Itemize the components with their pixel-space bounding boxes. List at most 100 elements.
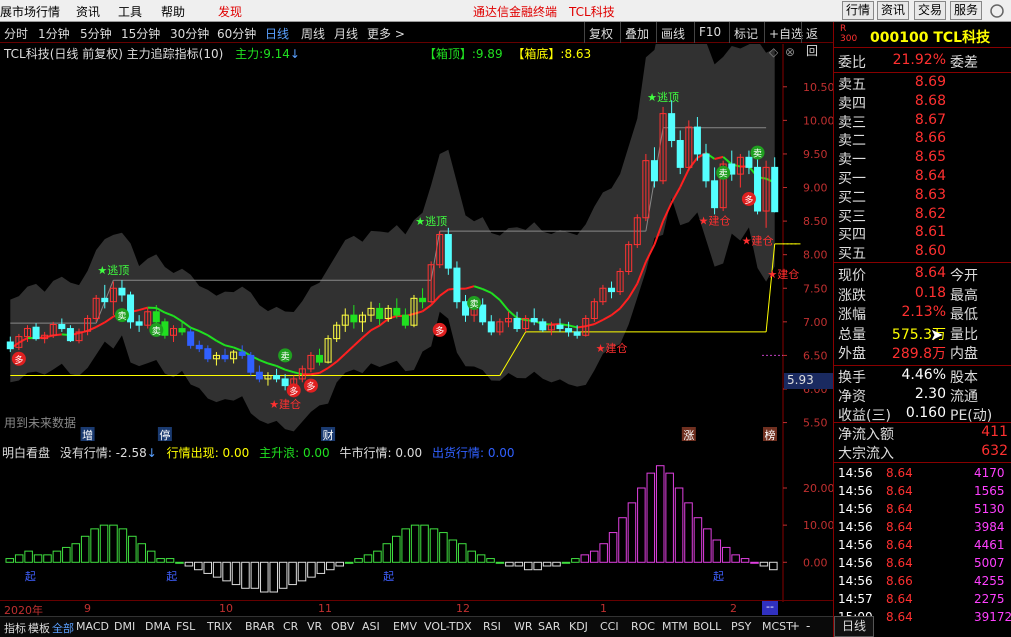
scroll-minus-button[interactable]: -- xyxy=(762,601,778,615)
menu-discover[interactable]: 发现 xyxy=(218,3,242,20)
indicator-tab[interactable]: MCST xyxy=(762,620,793,633)
menu-help[interactable]: 帮助 xyxy=(161,3,185,20)
indicator-bar xyxy=(382,543,392,563)
series-main-name: 主升浪 xyxy=(259,446,296,460)
candle-body xyxy=(247,354,255,373)
tick-volume: 5130 xyxy=(974,502,1005,516)
candle-body xyxy=(178,328,186,333)
f10-button[interactable]: F10 xyxy=(694,22,725,43)
back-button[interactable]: 返回 xyxy=(801,22,833,58)
indicator-tab[interactable]: BRAR xyxy=(245,620,275,633)
tab-1min[interactable]: 1分钟 xyxy=(38,25,70,42)
tab-more[interactable]: 更多 > xyxy=(367,25,405,42)
sub-indicator-chart[interactable]: 20.00 10.00 0.00 起 起 起 起 xyxy=(0,442,833,602)
diamond-icon[interactable]: ◇ xyxy=(769,45,778,59)
mouse-cursor-icon: ➤ xyxy=(930,325,944,344)
weibi-label: 委比 xyxy=(838,55,866,71)
drawline-button[interactable]: 画线 xyxy=(656,22,689,43)
indicator-tab[interactable]: 模板 xyxy=(28,620,50,636)
indicator-tab[interactable]: MACD xyxy=(76,620,109,633)
indicator-tab[interactable]: PSY xyxy=(731,620,751,633)
tick-time: 14:56 xyxy=(838,556,873,570)
indicator-tab[interactable]: DMA xyxy=(145,620,171,633)
orderbook-price: 8.60 xyxy=(914,243,946,260)
orderbook-label: 卖三 xyxy=(838,114,866,131)
tab-30min[interactable]: 30分钟 xyxy=(170,25,209,42)
tab-fenshi[interactable]: 分时 xyxy=(4,25,28,42)
indicator-tab[interactable]: CCI xyxy=(600,620,619,633)
indicator-bar xyxy=(589,550,599,563)
tab-15min[interactable]: 15分钟 xyxy=(121,25,160,42)
candle-body xyxy=(573,331,581,336)
candle-body xyxy=(556,324,564,330)
indicator-bar xyxy=(203,561,213,574)
indicator-tab[interactable]: MTM xyxy=(662,620,688,633)
orderbook-label: 卖二 xyxy=(838,133,866,150)
candle-body xyxy=(127,294,135,323)
indicator-bar xyxy=(495,561,505,564)
indicator-tab[interactable]: TRIX xyxy=(207,620,232,633)
overlay-button[interactable]: 叠加 xyxy=(620,22,653,43)
tick-row: 14:56 8.64 1565 xyxy=(834,484,1011,502)
stat2-label: 换手 xyxy=(838,370,866,386)
quote-button[interactable]: 行情 xyxy=(842,1,875,20)
indicator-tab[interactable]: CR xyxy=(283,620,298,633)
stat-row: 总量 575.3万 量比 xyxy=(834,324,1011,343)
tick-price: 8.66 xyxy=(886,574,913,588)
menu-tools[interactable]: 工具 xyxy=(118,3,142,20)
indicator-tab[interactable]: SAR xyxy=(538,620,560,633)
tick-volume: 3984 xyxy=(974,520,1005,534)
menu-market[interactable]: 展市场行情 xyxy=(0,3,60,20)
indicator-tab[interactable]: BOLL xyxy=(693,620,721,633)
stat-label2: 最高 xyxy=(950,287,978,304)
info-button[interactable]: 资讯 xyxy=(877,1,910,20)
indicator-tab[interactable]: VOL-TDX xyxy=(424,620,472,633)
quote-side-panel: R 300 000100 TCL科技 委比 21.92% 委差 卖五 8.69 卖四 8… xyxy=(833,22,1011,637)
zoom-plus-button[interactable]: + xyxy=(790,619,800,633)
stat-label: 涨跌 xyxy=(838,287,866,304)
indicator-bar xyxy=(684,502,693,563)
daily-period-button[interactable]: 日线 xyxy=(834,616,874,637)
indicator-tab[interactable]: WR xyxy=(514,620,533,633)
indicator-tab[interactable]: KDJ xyxy=(569,620,588,633)
indicator-tab[interactable]: DMI xyxy=(114,620,135,633)
indicator-bar xyxy=(175,561,184,564)
mark-button[interactable]: 标记 xyxy=(729,22,762,43)
tick-volume: 4170 xyxy=(974,466,1005,480)
indicator-tab[interactable]: 指标 xyxy=(4,620,26,636)
indicator-tab[interactable]: EMV xyxy=(393,620,417,633)
window-control-icon[interactable] xyxy=(990,4,1004,18)
indicator-tab[interactable]: ASI xyxy=(362,620,380,633)
close-icon[interactable]: ⊗ xyxy=(785,45,795,59)
indicator-bar xyxy=(552,561,561,567)
indicator-bar xyxy=(52,550,62,563)
tab-daily[interactable]: 日线 xyxy=(265,25,289,42)
indicator-tab[interactable]: OBV xyxy=(331,620,354,633)
tab-60min[interactable]: 60分钟 xyxy=(217,25,256,42)
main-kline-chart[interactable]: 10.5010.009.509.008.508.007.507.006.506.… xyxy=(0,44,833,444)
tick-time: 14:57 xyxy=(838,592,873,606)
candle-body xyxy=(6,341,14,350)
trade-button[interactable]: 交易 xyxy=(914,1,947,20)
indicator-tab[interactable]: ROC xyxy=(631,620,655,633)
stat2-value: 2.30 xyxy=(914,386,946,402)
indicator-tab[interactable]: VR xyxy=(307,620,322,633)
box-top-label: 【箱顶】: xyxy=(423,47,476,61)
tab-weekly[interactable]: 周线 xyxy=(301,25,325,42)
indicator-tab[interactable]: FSL xyxy=(176,620,195,633)
indicator-bar xyxy=(608,532,618,563)
menu-news[interactable]: 资讯 xyxy=(76,3,100,20)
fuquan-button[interactable]: 复权 xyxy=(584,22,617,43)
tab-5min[interactable]: 5分钟 xyxy=(80,25,112,42)
tab-monthly[interactable]: 月线 xyxy=(334,25,358,42)
indicator-bar xyxy=(486,558,495,563)
indicator-tab[interactable]: 全部 xyxy=(52,620,74,636)
indicator-bar xyxy=(420,524,429,563)
zoom-minus-button[interactable]: - xyxy=(806,619,810,633)
weibi-row: 委比 21.92% 委差 xyxy=(834,52,1011,71)
indicator-tab[interactable]: RSI xyxy=(483,620,501,633)
service-button[interactable]: 服务 xyxy=(950,1,983,20)
build-position-signal: ★建仓 xyxy=(767,267,799,281)
buy-signal-label: 多 xyxy=(306,381,315,393)
sub-y-tick-label: 20.00 xyxy=(803,482,833,495)
